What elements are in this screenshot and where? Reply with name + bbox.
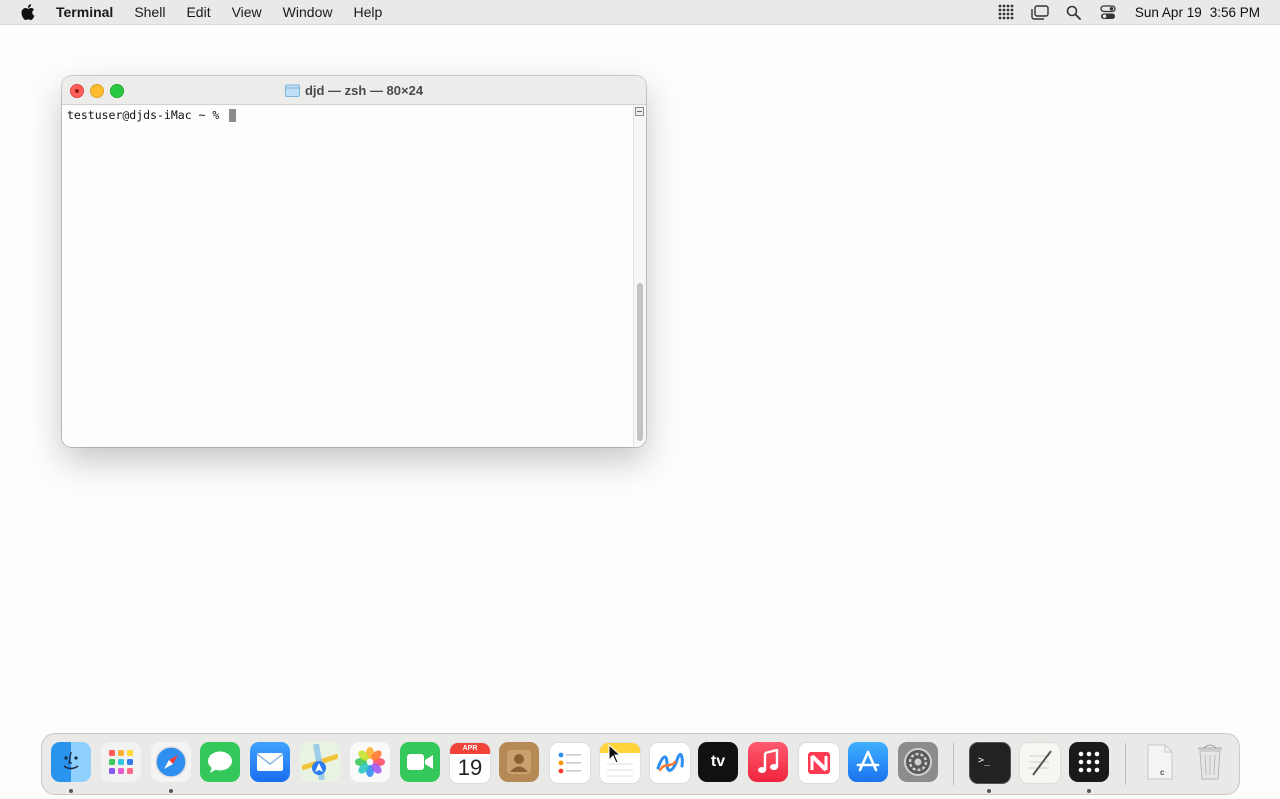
launchpad-icon[interactable]	[101, 742, 141, 782]
terminal-content[interactable]: testuser@djds-iMac ~ %	[62, 105, 634, 447]
apple-tv-icon[interactable]: tv	[698, 742, 738, 782]
menu-shell[interactable]: Shell	[134, 4, 165, 20]
stage-manager-icon[interactable]	[1031, 3, 1049, 21]
window-title-text: djd — zsh — 80×24	[304, 82, 424, 98]
svg-text:>_: >_	[978, 755, 991, 766]
calendar-icon[interactable]: APR 19	[449, 742, 491, 784]
scrollbar-thumb[interactable]	[637, 283, 643, 441]
app-grid-running-dot	[1087, 789, 1091, 793]
control-center-icon[interactable]	[1099, 3, 1117, 21]
safari-running-dot	[169, 789, 173, 793]
dock-separator-2	[1125, 743, 1126, 785]
menu-bar: Terminal Shell Edit View Window Help Sun…	[0, 0, 1280, 25]
safari-icon[interactable]	[151, 742, 191, 782]
freeform-icon[interactable]	[649, 742, 691, 784]
menubar-date: Sun Apr 19	[1134, 4, 1202, 20]
menubar-clock[interactable]: Sun Apr 19 3:56 PM	[1135, 5, 1260, 20]
music-icon[interactable]	[748, 742, 788, 782]
news-icon[interactable]	[798, 742, 840, 784]
finder-running-dot	[69, 789, 73, 793]
menubar-time: 3:56 PM	[1209, 4, 1260, 20]
trash-icon[interactable]	[1190, 742, 1230, 782]
prompt-text: testuser@djds-iMac ~ %	[67, 108, 227, 122]
calendar-day: 19	[457, 755, 483, 780]
menu-window[interactable]: Window	[283, 4, 333, 20]
menubar-status-area: Sun Apr 19 3:56 PM	[981, 0, 1260, 24]
window-titlebar[interactable]: djd — zsh — 80×24	[62, 76, 646, 105]
maps-icon[interactable]	[300, 742, 340, 782]
reminders-icon[interactable]	[549, 742, 591, 784]
contacts-icon[interactable]	[499, 742, 539, 782]
menu-help[interactable]: Help	[353, 4, 382, 20]
split-pane-icon[interactable]	[635, 107, 644, 116]
menu-edit[interactable]: Edit	[186, 4, 210, 20]
dock: APR 19 tv >_ c	[41, 733, 1240, 795]
system-settings-icon[interactable]	[898, 742, 938, 782]
textedit-icon[interactable]	[1019, 742, 1061, 784]
messages-icon[interactable]	[200, 742, 240, 782]
menu-view[interactable]: View	[232, 4, 262, 20]
document-label: c	[1160, 768, 1165, 777]
app-grid-icon[interactable]	[1069, 742, 1109, 782]
terminal-running-dot	[987, 789, 991, 793]
folder-icon	[284, 84, 300, 97]
grid-icon[interactable]	[997, 3, 1015, 21]
finder-icon[interactable]	[51, 742, 91, 782]
apple-tv-label: tv	[710, 753, 726, 770]
app-store-icon[interactable]	[848, 742, 888, 782]
vertical-scrollbar[interactable]	[633, 105, 646, 447]
mouse-pointer-icon	[608, 744, 622, 764]
search-icon[interactable]	[1065, 3, 1083, 21]
terminal-window: djd — zsh — 80×24 testuser@djds-iMac ~ %	[62, 76, 646, 447]
calendar-month: APR	[462, 745, 478, 752]
window-title: djd — zsh — 80×24	[62, 76, 646, 104]
document-stack-icon[interactable]: c	[1140, 742, 1180, 782]
photos-icon[interactable]	[350, 742, 390, 782]
shell-prompt: testuser@djds-iMac ~ %	[67, 108, 237, 122]
text-cursor	[229, 108, 237, 122]
apple-menu-icon[interactable]	[20, 3, 38, 21]
mail-icon[interactable]	[250, 742, 290, 782]
dock-separator	[953, 743, 954, 785]
facetime-icon[interactable]	[400, 742, 440, 782]
menu-app-terminal[interactable]: Terminal	[56, 4, 113, 20]
terminal-icon[interactable]: >_	[969, 742, 1011, 784]
